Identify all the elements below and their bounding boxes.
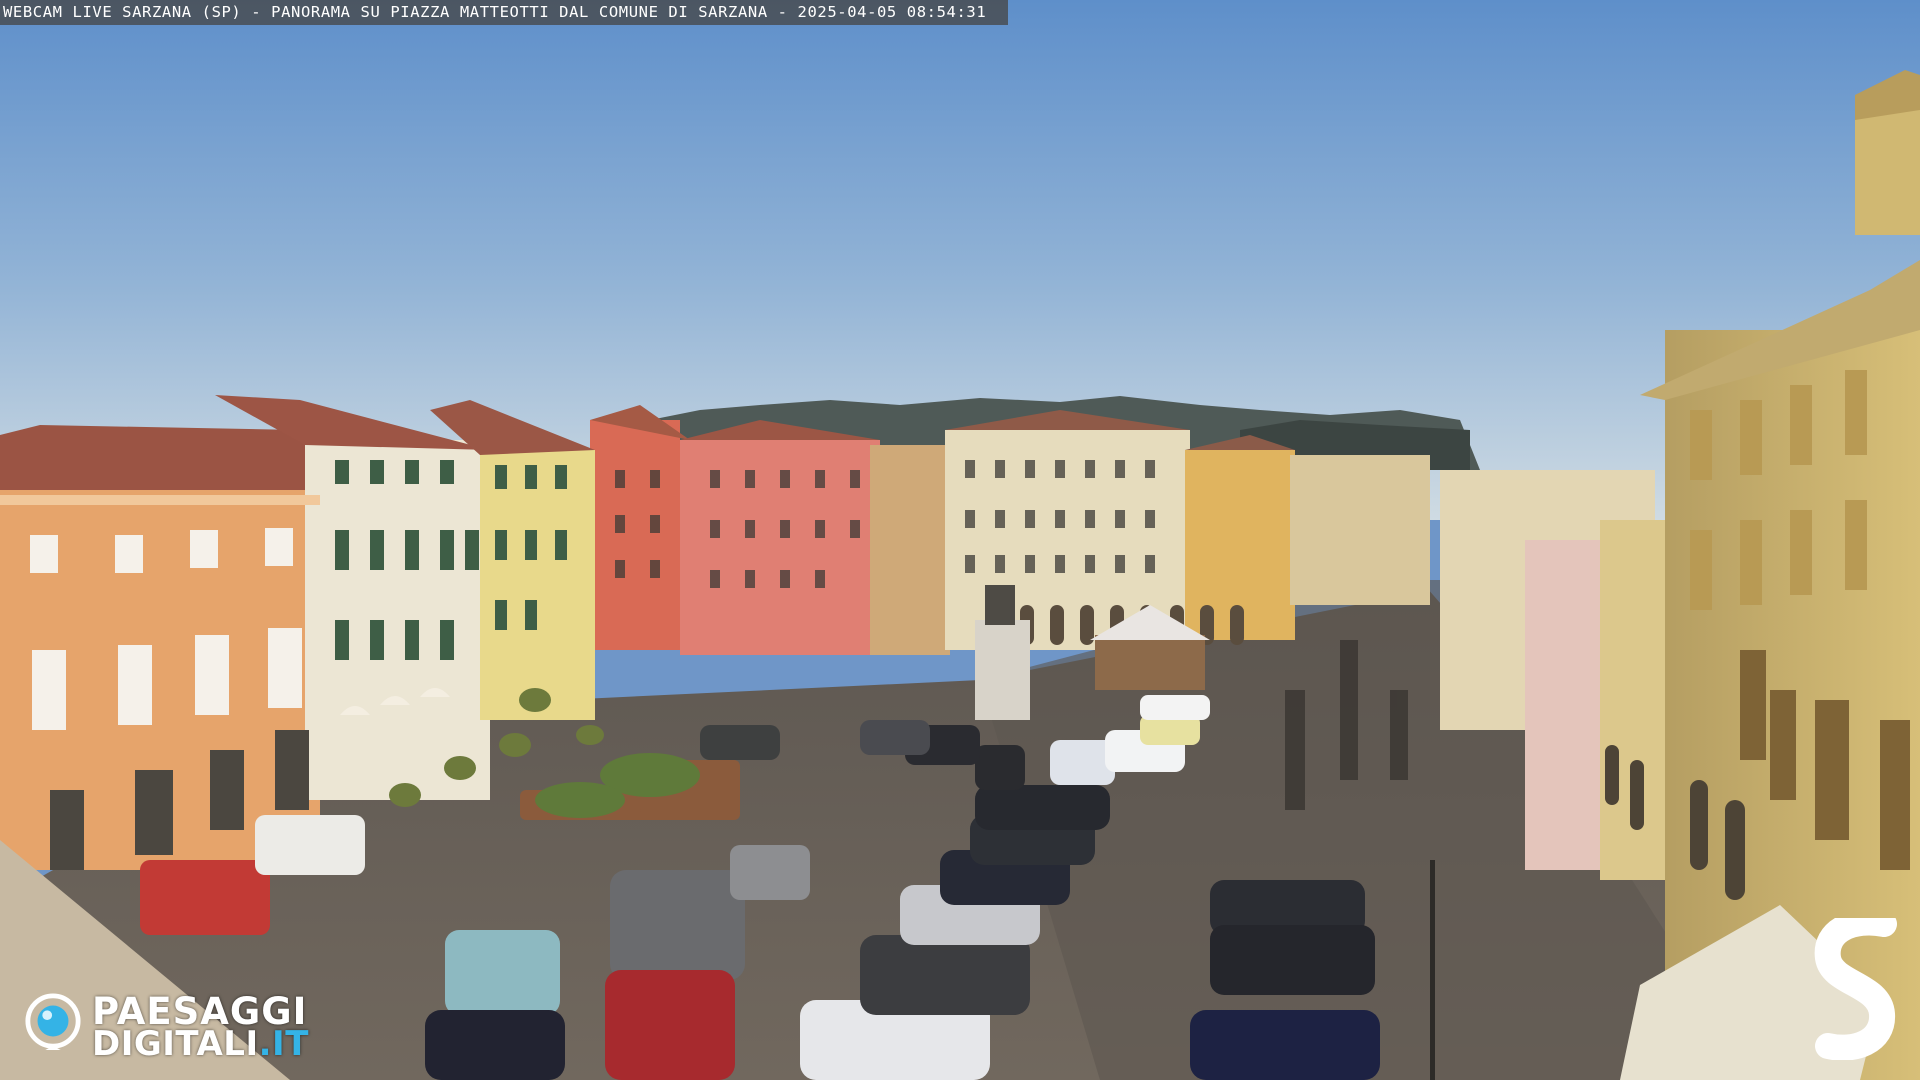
logo-line2: DIGITALI.IT (92, 1024, 309, 1064)
paesaggi-digitali-logo: PAESAGGI DIGITALI.IT (24, 990, 334, 1064)
logo-tld: .IT (258, 1024, 309, 1064)
webcam-scene (0, 0, 1920, 1080)
camera-lens-icon (25, 993, 81, 1050)
webcam-caption: WEBCAM LIVE SARZANA (SP) - PANORAMA SU P… (0, 0, 1009, 25)
s-logo (1814, 918, 1897, 1060)
logo-word: DIGITALI (92, 1024, 259, 1064)
